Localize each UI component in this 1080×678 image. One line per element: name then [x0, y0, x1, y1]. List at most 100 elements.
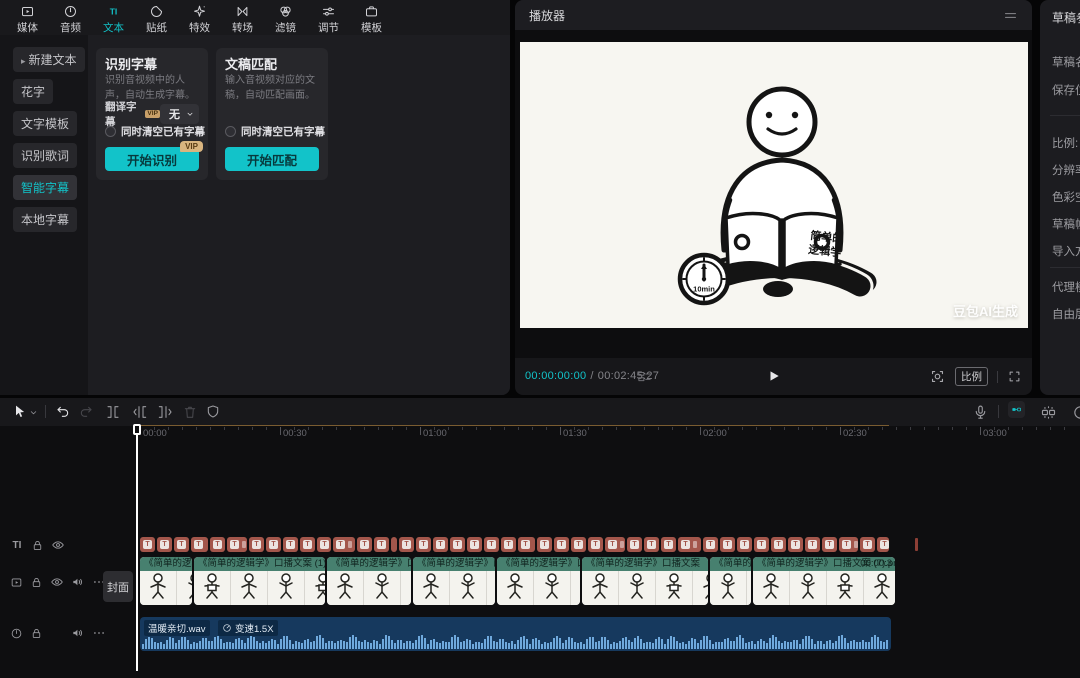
start-recognize-button[interactable]: 开始识别 VIP [105, 147, 199, 171]
eye-icon[interactable] [50, 575, 64, 589]
delete-right-icon[interactable] [157, 404, 173, 420]
text-clip[interactable]: T [374, 537, 389, 552]
toolbar-tab-sticker[interactable]: 贴纸 [135, 0, 178, 35]
fullscreen-icon[interactable] [1007, 369, 1022, 384]
playhead-marker[interactable] [133, 424, 141, 435]
text-clip[interactable]: T [191, 537, 208, 552]
video-preview[interactable]: 简单的 逻辑学 10min 豆包AI生成 [520, 42, 1028, 328]
delete-left-icon[interactable] [132, 404, 148, 420]
text-clip[interactable]: T [174, 537, 189, 552]
snap-toggle-icon[interactable] [1008, 401, 1025, 418]
speaker-icon[interactable] [71, 626, 85, 640]
toolbar-tab-text[interactable]: TI文本 [92, 0, 135, 35]
checkbox[interactable] [105, 126, 116, 137]
text-clip[interactable]: T [537, 537, 552, 552]
video-clip[interactable]: 《简单的逻辑学》口播文案 (1).png [194, 557, 325, 605]
sidebar-item-smart-subtitle[interactable]: 智能字幕 [13, 175, 77, 200]
toolbar-tab-audio[interactable]: 音频 [49, 0, 92, 35]
text-clip[interactable]: T [210, 537, 225, 552]
text-clip[interactable]: T [754, 537, 769, 552]
audio-clip[interactable]: 温暖亲切.wav 变速1.5X [140, 617, 891, 651]
sidebar-item-new-text[interactable]: ▸新建文本 [13, 47, 85, 72]
text-clip[interactable]: T [227, 537, 247, 552]
text-clip[interactable]: T [720, 537, 735, 552]
shield-icon[interactable] [205, 404, 221, 420]
text-clip[interactable]: T [357, 537, 372, 552]
microphone-icon[interactable] [972, 404, 989, 421]
play-button[interactable] [767, 369, 781, 383]
text-clip[interactable]: T [416, 537, 431, 552]
time-ruler[interactable]: 00:0000:3001:0001:3002:0002:3003:00 [136, 426, 1080, 441]
playhead[interactable] [133, 424, 141, 674]
text-clip[interactable] [391, 537, 397, 552]
text-clip[interactable]: T [300, 537, 315, 552]
text-clip[interactable]: T [605, 537, 625, 552]
text-clip[interactable]: T [283, 537, 298, 552]
text-clip[interactable]: T [433, 537, 448, 552]
toolbar-tab-adjust[interactable]: 调节 [307, 0, 350, 35]
cursor-chevron-icon[interactable] [28, 407, 39, 418]
translate-language-dropdown[interactable]: 无 [160, 104, 199, 124]
text-clip[interactable]: T [450, 537, 465, 552]
undo-icon[interactable] [55, 404, 71, 420]
toolbar-tab-effect[interactable]: 特效 [178, 0, 221, 35]
text-clip[interactable]: T [317, 537, 331, 552]
text-clip[interactable]: T [822, 537, 837, 552]
text-clip-sliver[interactable] [915, 538, 918, 551]
text-clip[interactable]: T [518, 537, 535, 552]
toolbar-tab-transition[interactable]: 转场 [221, 0, 264, 35]
text-clip[interactable]: T [571, 537, 586, 552]
sidebar-item-recognize-lyrics[interactable]: 识别歌词 [13, 143, 77, 168]
video-clip[interactable]: 《简单的逻辑学》口播文案 [582, 557, 708, 605]
sidebar-item-local-subtitle[interactable]: 本地字幕 [13, 207, 77, 232]
text-clip[interactable]: T [771, 537, 786, 552]
text-clip[interactable]: T [877, 537, 889, 552]
cursor-tool-icon[interactable] [12, 404, 28, 420]
video-clip[interactable]: 《简单的逻辑学》 [140, 557, 192, 605]
lock-icon[interactable] [30, 576, 43, 589]
speaker-icon[interactable] [71, 575, 85, 589]
text-clip[interactable]: T [157, 537, 172, 552]
checkbox[interactable] [225, 126, 236, 137]
text-clip[interactable]: T [266, 537, 281, 552]
toolbar-tab-filter[interactable]: 滤镜 [264, 0, 307, 35]
clear-existing-checkbox-row[interactable]: 同时清空已有字幕 [225, 124, 325, 139]
text-clip[interactable]: T [249, 537, 264, 552]
text-clip[interactable]: T [678, 537, 701, 552]
eye-icon[interactable] [51, 538, 65, 552]
split-icon[interactable] [105, 404, 121, 420]
cover-button[interactable]: 封面 [103, 571, 133, 602]
delete-icon[interactable] [182, 404, 198, 420]
text-clip[interactable]: T [788, 537, 803, 552]
text-clip[interactable]: T [805, 537, 820, 552]
start-match-button[interactable]: 开始匹配 [225, 147, 319, 171]
more-icon[interactable] [92, 626, 106, 640]
quality-icon[interactable] [637, 369, 652, 384]
text-clip[interactable]: T [627, 537, 642, 552]
video-clip[interactable]: 《简单的逻辑学》口播文案 (7).png00:00:3 [753, 557, 895, 605]
lock-icon[interactable] [30, 627, 43, 640]
focus-icon[interactable] [929, 368, 946, 385]
text-clip[interactable]: T [554, 537, 569, 552]
video-clip[interactable]: 《简单的逻辑学》口播文案 [497, 557, 580, 605]
video-clip[interactable]: 《简单的逻辑学》口播文案 [413, 557, 495, 605]
text-clip[interactable]: T [399, 537, 414, 552]
text-clip[interactable]: T [501, 537, 516, 552]
redo-icon[interactable] [78, 404, 94, 420]
text-clip[interactable]: T [703, 537, 718, 552]
toolbar-tab-media[interactable]: 媒体 [6, 0, 49, 35]
text-clip[interactable]: T [860, 537, 875, 552]
text-clip[interactable]: T [644, 537, 659, 552]
toolbar-tab-template[interactable]: 模板 [350, 0, 393, 35]
ratio-button[interactable]: 比例 [955, 367, 988, 386]
sidebar-item-text-template[interactable]: 文字模板 [13, 111, 77, 136]
text-clip[interactable]: T [588, 537, 603, 552]
video-clip[interactable]: 《简单的逻辑学》口播文案 [327, 557, 411, 605]
text-clip[interactable]: T [484, 537, 499, 552]
text-clip[interactable]: T [737, 537, 752, 552]
text-clip[interactable]: T [140, 537, 155, 552]
text-clip[interactable]: T [661, 537, 676, 552]
clear-existing-checkbox-row[interactable]: 同时清空已有字幕 [105, 124, 205, 139]
lock-icon[interactable] [31, 539, 44, 552]
text-clip[interactable]: T [839, 537, 858, 552]
